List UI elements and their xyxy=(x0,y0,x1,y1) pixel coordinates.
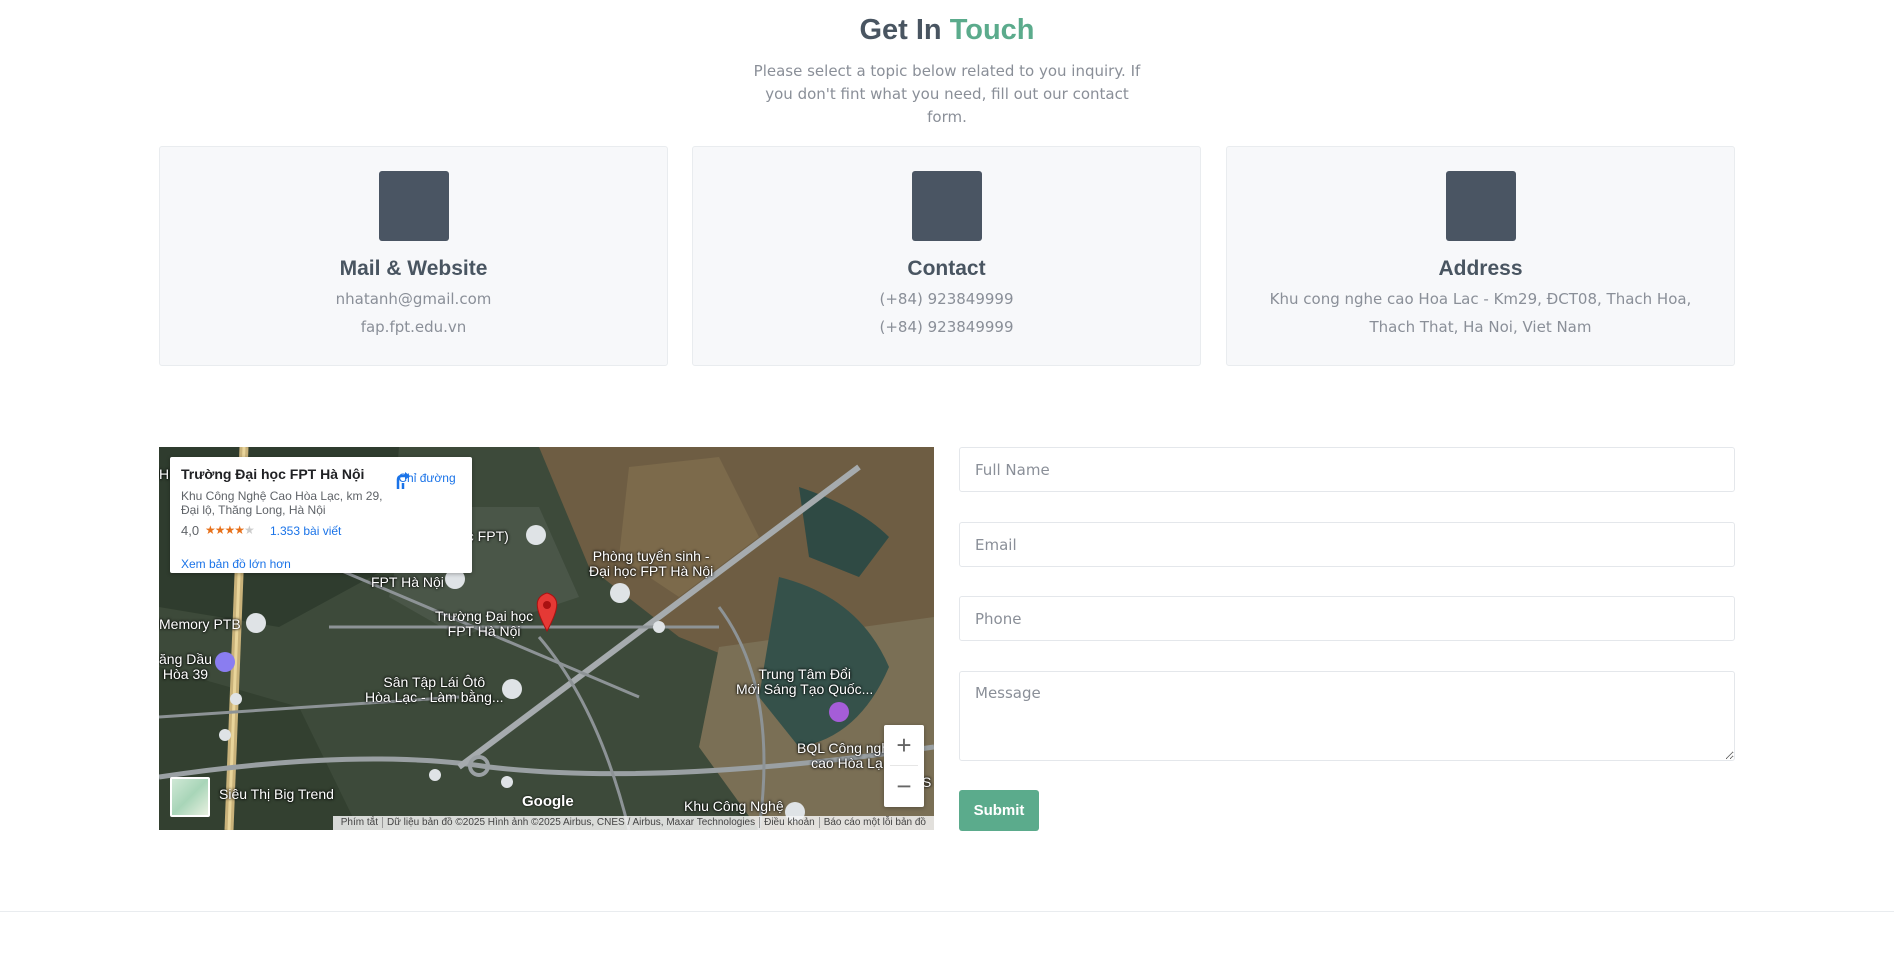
map-label: FPT Hà Nội xyxy=(371,574,444,590)
embedded-map[interactable]: H ọc FPT) Phòng tuyển sinh - Đại học FPT… xyxy=(159,447,934,830)
full-name-input[interactable] xyxy=(959,447,1735,492)
terms-link[interactable]: Điều khoản xyxy=(759,817,819,828)
reviews-link[interactable]: 1.353 bài viết xyxy=(270,524,341,538)
map-zoom-controls: + − xyxy=(884,725,924,807)
map-label: H xyxy=(159,466,170,482)
map-data-credit: Dữ liệu bản đồ ©2025 Hình ảnh ©2025 Airb… xyxy=(381,817,760,828)
location-icon xyxy=(1445,171,1516,241)
card-phone-2: (+84) 923849999 xyxy=(879,318,1014,336)
card-address: Address Khu cong nghe cao Hoa Lac - Km29… xyxy=(1226,146,1735,366)
phone-input[interactable] xyxy=(959,596,1735,641)
report-error-link[interactable]: Báo cáo một lỗi bản đồ xyxy=(818,817,930,828)
card-phone-1: (+84) 923849999 xyxy=(879,290,1014,308)
card-website: fap.fpt.edu.vn xyxy=(360,318,467,336)
heading-accent: Touch xyxy=(949,14,1035,46)
map-label: Trung Tâm Đổi Mới Sáng Tạo Quốc... xyxy=(736,666,874,697)
star-dim-icon: ★ xyxy=(244,523,255,537)
page-subtitle: Please select a topic below related to y… xyxy=(753,62,1141,126)
card-title: Address xyxy=(1438,257,1523,280)
card-title: Mail & Website xyxy=(339,257,488,280)
email-input[interactable] xyxy=(959,522,1735,567)
place-address: Khu Công Nghệ Cao Hòa Lạc, km 29, Đại lộ… xyxy=(181,489,383,517)
card-mail-website: Mail & Website nhatanh@gmail.com fap.fpt… xyxy=(159,146,668,366)
place-rating: 4,0 xyxy=(181,523,200,538)
map-place-card: Trường Đại học FPT Hà Nội Khu Công Nghệ … xyxy=(170,457,472,573)
footer-divider xyxy=(0,911,1894,912)
view-larger-map-link[interactable]: Xem bản đồ lớn hơn xyxy=(181,557,291,571)
keyboard-shortcuts-link[interactable]: Phím tắt xyxy=(337,817,382,828)
map-layers-button[interactable] xyxy=(170,777,210,817)
map-label: ăng Dầu Hòa 39 xyxy=(159,651,212,682)
zoom-out-button[interactable]: − xyxy=(884,766,924,806)
directions-button[interactable]: Chỉ đường xyxy=(392,469,462,489)
map-label: Memory PTB xyxy=(159,616,241,632)
card-email: nhatanh@gmail.com xyxy=(335,290,492,308)
card-title: Contact xyxy=(907,257,986,280)
card-contact: Contact (+84) 923849999 (+84) 923849999 xyxy=(692,146,1201,366)
map-label: Trường Đại học FPT Hà Nội xyxy=(435,608,534,639)
heading-part1: Get In xyxy=(859,14,942,46)
rating-stars: ★★★★★ xyxy=(205,523,255,537)
star-icons: ★★★★ xyxy=(205,523,245,537)
page-heading: Get In Touch xyxy=(0,14,1894,47)
phone-icon xyxy=(911,171,982,241)
map-label: Phòng tuyển sinh - Đại học FPT Hà Nội xyxy=(589,548,714,579)
map-label: Sân Tập Lái Ôtô Hòa Lạc - Làm bằng... xyxy=(365,674,504,705)
map-label: Siêu Thị Big Trend xyxy=(219,786,334,802)
mail-icon xyxy=(378,171,449,241)
directions-icon xyxy=(396,472,410,489)
map-label: Khu Công Nghệ xyxy=(684,798,784,814)
card-address-text: Khu cong nghe cao Hoa Lac - Km29, ĐCT08,… xyxy=(1269,290,1692,336)
place-name: Trường Đại học FPT Hà Nội xyxy=(181,466,365,482)
google-logo: Google xyxy=(522,793,574,810)
message-textarea[interactable] xyxy=(959,671,1735,761)
submit-button[interactable]: Submit xyxy=(959,790,1039,831)
map-label: BQL Công nghệ cao Hòa Lạ xyxy=(797,740,897,771)
map-attribution: Phím tắt Dữ liệu bản đồ ©2025 Hình ảnh ©2… xyxy=(332,816,934,830)
zoom-in-button[interactable]: + xyxy=(884,725,924,765)
